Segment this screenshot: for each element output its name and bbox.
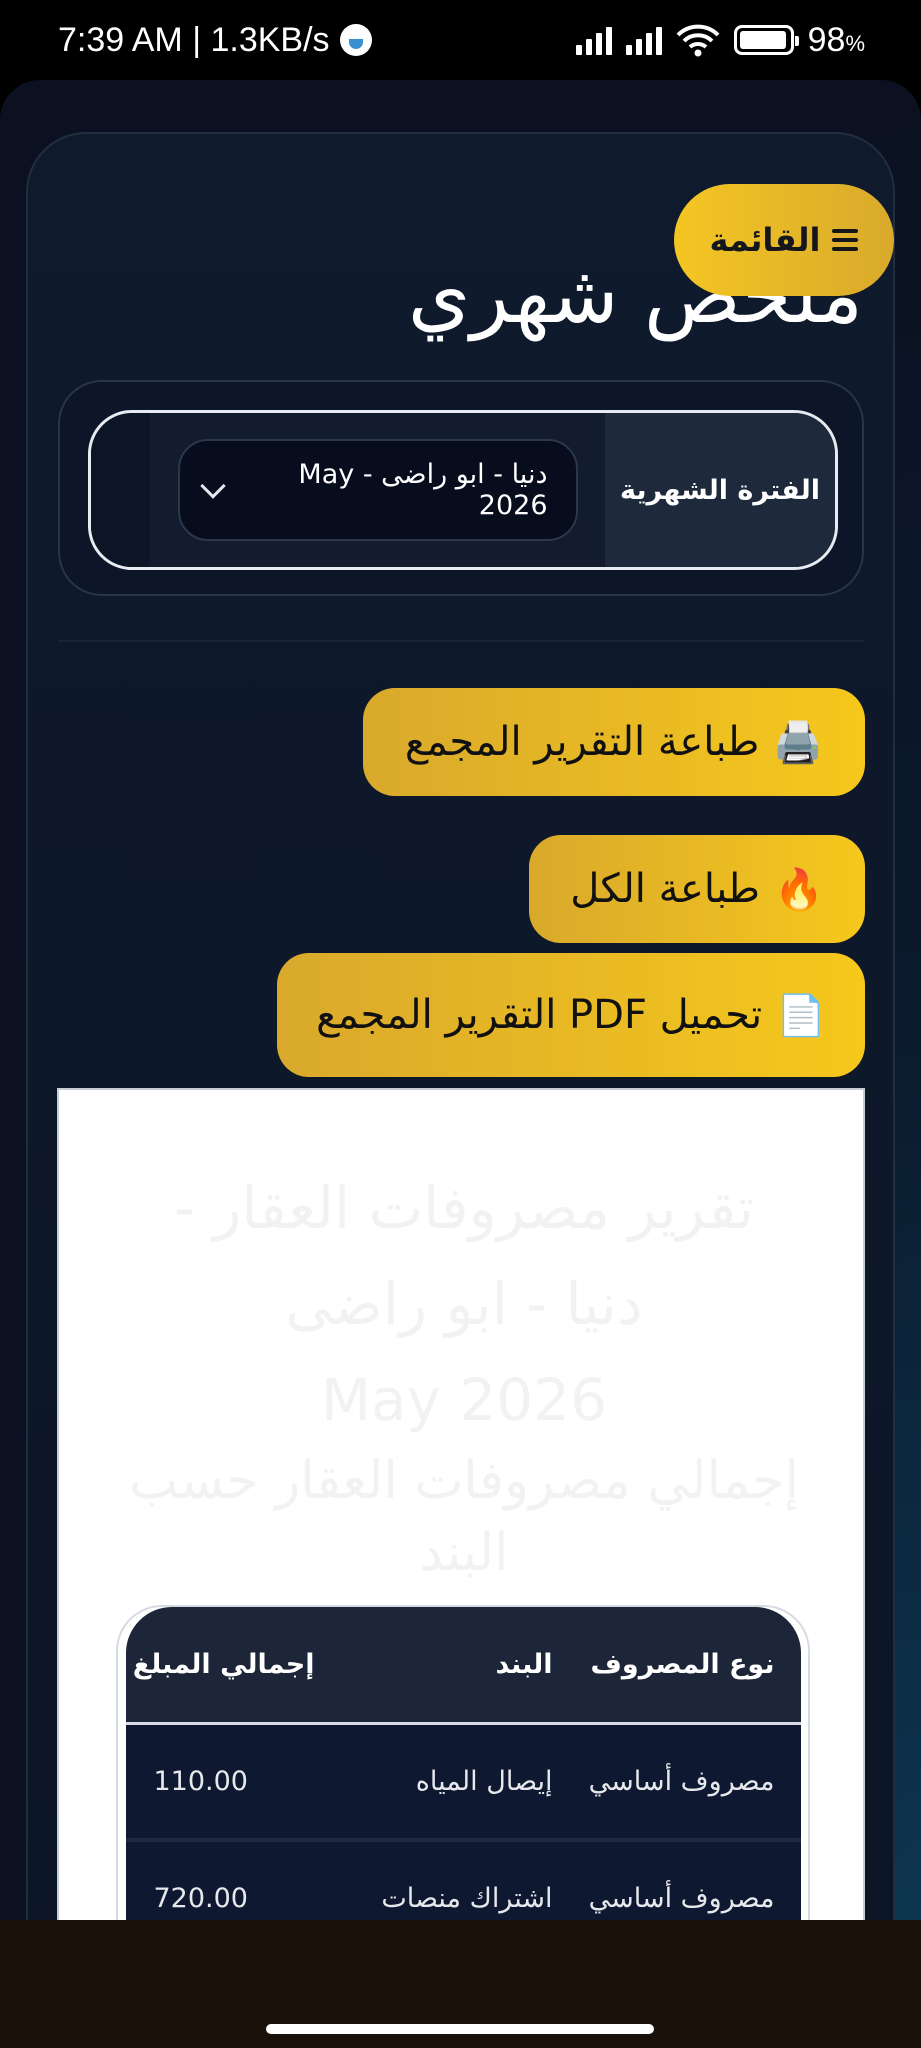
print-aggregate-report-button[interactable]: 🖨️ طباعة التقرير المجمع [363, 688, 865, 796]
divider [58, 640, 864, 642]
home-gesture-bar[interactable] [266, 2024, 654, 2034]
filter-spacer [91, 413, 150, 567]
download-pdf-button[interactable]: 📄 تحميل PDF التقرير المجمع [277, 953, 865, 1077]
system-nav-bar [0, 1920, 921, 2048]
status-bar: 7:39 AM | 1.3KB/s 98% [0, 0, 921, 80]
printer-icon: 🖨️ [773, 719, 824, 766]
download-pdf-label: تحميل PDF التقرير المجمع [316, 992, 763, 1038]
cell-item: اشتراك منصات [381, 1883, 553, 1914]
filter-section: الفترة الشهرية دنيا - ابو راضى - May 202… [58, 380, 864, 596]
header-total-amount: إجمالي المبلغ [132, 1649, 315, 1680]
table-header: نوع المصروف البند إجمالي المبلغ [125, 1607, 801, 1725]
report-title-line-3: May 2026 [321, 1366, 607, 1434]
table-row: مصروف أساسي إيصال المياه 110.00 [125, 1725, 801, 1842]
table-body: نوع المصروف البند إجمالي المبلغ مصروف أس… [125, 1607, 801, 1920]
menu-label: القائمة [709, 221, 821, 259]
filter-select-wrap: دنيا - ابو راضى - May 2026 [150, 413, 605, 567]
print-aggregate-label: طباعة التقرير المجمع [404, 719, 760, 765]
report-subtitle-line-2: البند [419, 1523, 509, 1583]
report-preview: تقرير مصروفات العقار - دنيا - ابو راضى M… [57, 1088, 865, 1920]
battery-unit: % [845, 30, 865, 56]
header-item: البند [495, 1649, 553, 1680]
report-title-line-2: دنيا - ابو راضى [285, 1270, 643, 1338]
menu-button[interactable]: القائمة [674, 184, 894, 296]
report-title-line-1: تقرير مصروفات العقار - [173, 1174, 755, 1242]
cell-amount: 720.00 [153, 1883, 248, 1914]
hamburger-icon [832, 229, 859, 251]
header-expense-type: نوع المصروف [590, 1649, 775, 1680]
signal-icon [575, 25, 612, 55]
print-all-button[interactable]: 🔥 طباعة الكل [529, 835, 865, 943]
app-screen: ملخص شهري القائمة الفترة الشهرية دنيا - … [0, 80, 921, 1920]
selected-period: دنيا - ابو راضى - May 2026 [298, 459, 548, 521]
cell-amount: 110.00 [153, 1766, 248, 1797]
cell-expense-type: مصروف أساسي [588, 1766, 775, 1797]
battery-percent: 98% [808, 21, 865, 60]
document-icon: 📄 [776, 992, 826, 1039]
cell-expense-type: مصروف أساسي [588, 1883, 775, 1914]
print-all-label: طباعة الكل [570, 866, 760, 912]
report-subtitle: إجمالي مصروفات العقار حسب البند [119, 1445, 809, 1589]
table-row: مصروف أساسي اشتراك منصات 720.00 [125, 1842, 801, 1920]
battery-icon [733, 25, 799, 55]
report-title: تقرير مصروفات العقار - دنيا - ابو راضى M… [119, 1160, 809, 1448]
battery-value: 98 [807, 20, 846, 59]
report-subtitle-line-1: إجمالي مصروفات العقار حسب [129, 1451, 799, 1511]
status-left: 7:39 AM | 1.3KB/s [58, 21, 372, 60]
notification-icon [339, 24, 372, 56]
expenses-table: نوع المصروف البند إجمالي المبلغ مصروف أس… [116, 1605, 810, 1920]
filter-label: الفترة الشهرية [605, 413, 835, 567]
wifi-icon [676, 24, 720, 57]
cell-item: إيصال المياه [415, 1766, 553, 1797]
month-period-select[interactable]: دنيا - ابو راضى - May 2026 [177, 439, 578, 541]
time-and-speed: 7:39 AM | 1.3KB/s [58, 20, 330, 59]
filter-group: الفترة الشهرية دنيا - ابو راضى - May 202… [88, 410, 838, 570]
signal-icon-2 [625, 25, 662, 55]
status-right: 98% [575, 21, 865, 60]
fire-icon: 🔥 [774, 866, 824, 913]
